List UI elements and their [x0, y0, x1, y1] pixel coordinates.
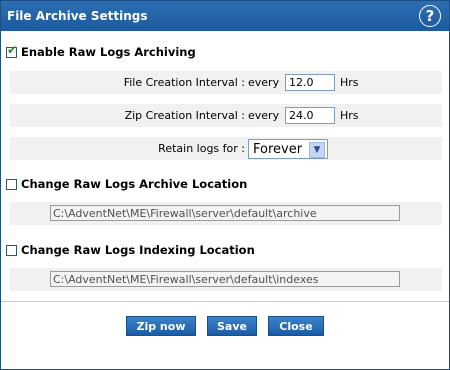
archive-location-row[interactable]: Change Raw Logs Archive Location [6, 175, 247, 193]
archive-location-label: Change Raw Logs Archive Location [21, 177, 248, 191]
close-button[interactable]: Close [268, 316, 324, 336]
zip-now-button[interactable]: Zip now [126, 316, 196, 336]
chevron-down-icon[interactable]: ▼ [309, 142, 325, 158]
retain-logs-select[interactable]: Forever ▼ [248, 139, 328, 159]
divider [1, 301, 449, 302]
file-creation-input[interactable]: 12.0 [285, 74, 335, 91]
save-button[interactable]: Save [207, 316, 257, 336]
retain-logs-row: Retain logs for : Forever ▼ [10, 137, 442, 160]
file-creation-unit: Hrs [340, 76, 359, 89]
archive-path-row: C:\AdventNet\ME\Firewall\server\default\… [10, 202, 442, 225]
zip-creation-unit: Hrs [340, 109, 359, 122]
help-icon[interactable]: ? [419, 5, 441, 27]
indexing-location-label: Change Raw Logs Indexing Location [21, 243, 255, 257]
zip-creation-prefix: every [248, 109, 280, 122]
file-archive-settings-dialog: File Archive Settings ? Enable Raw Logs … [0, 0, 450, 370]
zip-creation-input[interactable]: 24.0 [285, 107, 335, 124]
indexing-path-row: C:\AdventNet\ME\Firewall\server\default\… [10, 268, 442, 291]
zip-creation-label: Zip Creation Interval : [124, 109, 245, 122]
file-creation-row: File Creation Interval : every 12.0 Hrs [10, 71, 442, 94]
enable-archiving-label: Enable Raw Logs Archiving [21, 45, 196, 59]
file-creation-label: File Creation Interval : [123, 76, 245, 89]
indexing-location-checkbox[interactable] [6, 244, 17, 256]
indexing-path-input[interactable]: C:\AdventNet\ME\Firewall\server\default\… [50, 271, 400, 287]
enable-archiving-checkbox[interactable] [6, 43, 17, 58]
file-creation-prefix: every [248, 76, 280, 89]
enable-archiving-row[interactable]: Enable Raw Logs Archiving [6, 43, 196, 61]
indexing-location-row[interactable]: Change Raw Logs Indexing Location [6, 241, 255, 259]
archive-location-checkbox[interactable] [6, 178, 17, 190]
zip-creation-row: Zip Creation Interval : every 24.0 Hrs [10, 104, 442, 127]
dialog-title: File Archive Settings [7, 9, 148, 23]
archive-path-input[interactable]: C:\AdventNet\ME\Firewall\server\default\… [50, 205, 400, 221]
retain-logs-label: Retain logs for : [158, 142, 245, 155]
titlebar: File Archive Settings ? [1, 1, 449, 31]
retain-logs-value: Forever [253, 142, 303, 157]
